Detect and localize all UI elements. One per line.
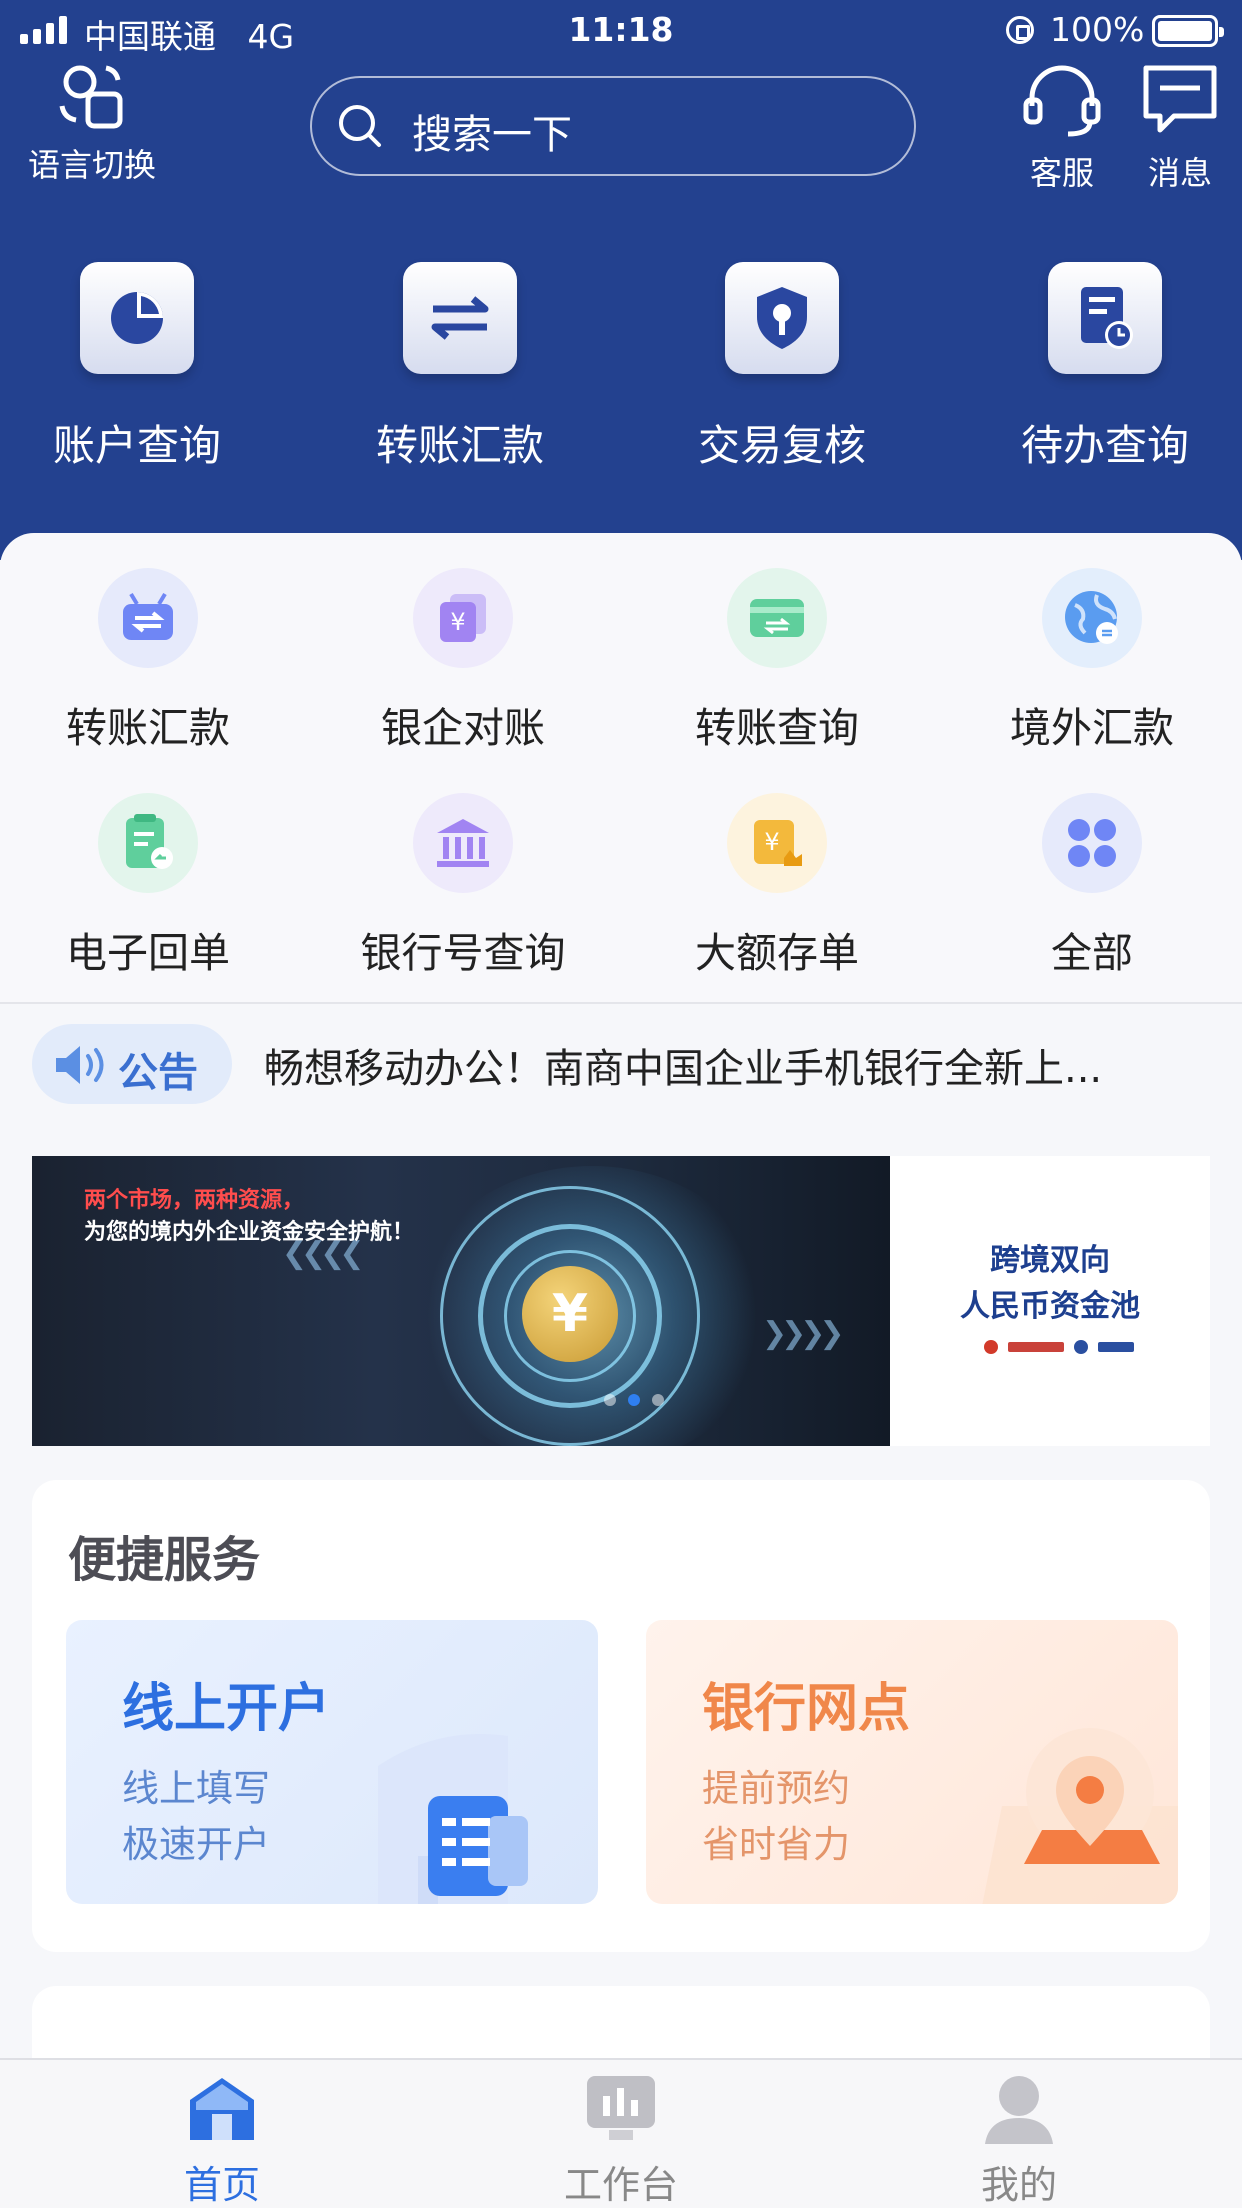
svg-text:¥: ¥: [450, 608, 465, 636]
online-account-opening-line2: 极速开户: [122, 1823, 270, 1866]
notice-badge: 公告: [32, 1024, 232, 1104]
search-icon: [339, 105, 381, 147]
home-icon: [182, 2070, 262, 2148]
section-divider: [0, 1002, 1242, 1004]
quick-account-query[interactable]: 账户查询: [22, 262, 252, 473]
globe-icon: [1042, 568, 1142, 668]
quick-todo-query-label: 待办查询: [1020, 421, 1189, 470]
message-icon: [1143, 65, 1217, 133]
online-account-opening-card[interactable]: 线上开户 线上填写 极速开户: [66, 1620, 598, 1904]
grid-all-icon: [1042, 793, 1142, 893]
grid-e-receipt[interactable]: 电子回单: [18, 793, 278, 979]
grid-transfer[interactable]: 转账汇款: [18, 568, 278, 754]
search-bar[interactable]: 搜索一下: [310, 76, 916, 176]
user-icon: [979, 2070, 1059, 2148]
tab-home-label: 首页: [183, 2163, 260, 2207]
grid-transfer-query[interactable]: 转账查询: [647, 568, 907, 754]
shield-key-icon: [725, 262, 839, 374]
quick-transaction-review[interactable]: 交易复核: [667, 262, 897, 473]
banner-title-line2: 人民币资金池: [960, 1289, 1140, 1324]
grid-bank-code-query-label: 银行号查询: [360, 929, 566, 977]
tab-home[interactable]: 首页: [122, 2070, 322, 2208]
grid-all[interactable]: 全部: [962, 793, 1222, 979]
online-account-opening-line1: 线上填写: [122, 1767, 270, 1810]
banner-tagline-white: 为您的境内外企业资金安全护航！: [84, 1220, 415, 1245]
banner-tagline-red: 两个市场，两种资源，: [84, 1188, 305, 1213]
status-bar: 中国联通 4G 11:18 100%: [0, 0, 1242, 62]
receipt-return-icon: [98, 793, 198, 893]
robot-transfer-icon: [98, 568, 198, 668]
grid-e-receipt-label: 电子回单: [66, 929, 230, 977]
services-card: 便捷服务 线上开户 线上填写 极速开户 银行网点 提前预约 省时省力: [32, 1480, 1210, 1952]
document-building-icon: [378, 1734, 528, 1904]
banner-dot: [652, 1394, 664, 1406]
grid-transfer-query-label: 转账查询: [695, 704, 859, 752]
banner-title-line1: 跨境双向: [990, 1243, 1110, 1278]
banner-dot-active: [628, 1394, 640, 1406]
card-transfer-icon: [727, 568, 827, 668]
tab-mine-label: 我的: [980, 2163, 1057, 2207]
grid-reconciliation-label: 银企对账: [381, 704, 545, 752]
document-clock-icon: [1048, 262, 1162, 374]
orientation-lock-icon: [1006, 16, 1034, 44]
yuan-certificate-icon: ¥: [727, 793, 827, 893]
promo-banner[interactable]: ¥ ❮❮❮❮ ❯❯❯❯ 两个市场，两种资源， 为您的境内外企业资金安全护航！ 跨…: [32, 1156, 1210, 1446]
online-account-opening-title: 线上开户: [122, 1679, 331, 1739]
yuan-coin-icon: ¥: [522, 1266, 618, 1362]
grid-bank-code-query[interactable]: 银行号查询: [333, 793, 593, 979]
bank-building-icon: [413, 793, 513, 893]
banner-title: 跨境双向 人民币资金池: [890, 1238, 1210, 1330]
notice-badge-label: 公告: [118, 1050, 198, 1096]
customer-service-label: 客服: [1029, 154, 1094, 192]
grid-overseas-remittance[interactable]: 境外汇款: [962, 568, 1222, 754]
tab-bar: 首页 工作台 我的: [0, 2058, 1242, 2208]
messages-label: 消息: [1147, 154, 1212, 192]
battery-icon: [1152, 15, 1224, 47]
bank-branch-card[interactable]: 银行网点 提前预约 省时省力: [646, 1620, 1178, 1904]
grid-all-label: 全部: [1051, 929, 1133, 977]
banner-dot: [604, 1394, 616, 1406]
quick-account-query-label: 账户查询: [52, 421, 221, 470]
quick-transfer[interactable]: 转账汇款: [345, 262, 575, 473]
bank-logos: [984, 1340, 1134, 1354]
tab-mine[interactable]: 我的: [919, 2070, 1119, 2208]
services-title: 便捷服务: [68, 1532, 261, 1588]
quick-transfer-label: 转账汇款: [375, 421, 544, 470]
search-placeholder: 搜索一下: [412, 112, 572, 158]
messages-button[interactable]: 消息: [1138, 62, 1222, 194]
grid-transfer-label: 转账汇款: [66, 704, 230, 752]
transfer-arrows-icon: [403, 262, 517, 374]
chevrons-right-icon: ❯❯❯❯: [762, 1316, 845, 1351]
monitor-chart-icon: [581, 2070, 661, 2148]
headset-icon: [1023, 65, 1101, 137]
speaker-icon: [56, 1046, 104, 1084]
grid-large-deposit-label: 大额存单: [695, 929, 859, 977]
svg-text:¥: ¥: [764, 828, 779, 856]
tab-workbench[interactable]: 工作台: [521, 2070, 721, 2208]
banner-pagination: [604, 1394, 664, 1406]
bank-branch-line1: 提前预约: [702, 1767, 850, 1810]
battery-percent: 100%: [1050, 10, 1145, 49]
yuan-cards-icon: ¥: [413, 568, 513, 668]
bank-branch-line2: 省时省力: [702, 1823, 850, 1866]
grid-reconciliation[interactable]: ¥ 银企对账: [333, 568, 593, 754]
tab-workbench-label: 工作台: [563, 2163, 678, 2207]
language-switch-label: 语言切换: [27, 146, 156, 184]
notice-text[interactable]: 畅想移动办公！南商中国企业手机银行全新上...: [264, 1036, 1164, 1094]
customer-service-button[interactable]: 客服: [1020, 62, 1104, 194]
pie-chart-icon: [80, 262, 194, 374]
grid-large-deposit[interactable]: ¥ 大额存单: [647, 793, 907, 979]
quick-todo-query[interactable]: 待办查询: [990, 262, 1220, 473]
bank-branch-title: 银行网点: [702, 1679, 911, 1739]
quick-transaction-review-label: 交易复核: [697, 421, 866, 470]
grid-overseas-remittance-label: 境外汇款: [1010, 704, 1174, 752]
language-switch-button[interactable]: 语言切换: [22, 62, 162, 186]
map-pin-icon: [982, 1728, 1178, 1904]
language-switch-icon: [59, 65, 123, 129]
